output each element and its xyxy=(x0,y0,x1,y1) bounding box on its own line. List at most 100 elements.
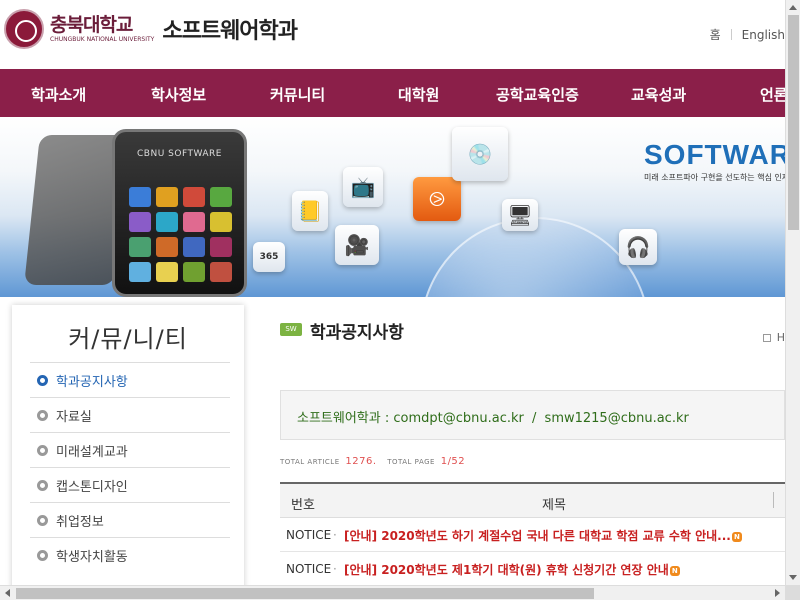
phone-graphic: CBNU SOFTWARE xyxy=(112,129,247,297)
board-stats: TOTAL ARTICLE 1276. TOTAL PAGE 1/52 xyxy=(280,456,473,467)
nav-item-community[interactable]: 커뮤니티 xyxy=(270,84,325,105)
department-name[interactable]: 소프트웨어학과 xyxy=(162,13,298,45)
column-divider xyxy=(773,492,774,508)
vertical-scroll-thumb[interactable] xyxy=(788,15,799,230)
sidebar-item-label: 자료실 xyxy=(56,409,92,425)
sidebar-item-notices[interactable]: 학과공지사항 xyxy=(30,362,230,397)
contact-email-1[interactable]: comdpt@cbnu.ac.kr xyxy=(393,411,524,426)
tile-365-label: 365 xyxy=(259,252,279,262)
total-page-label: TOTAL PAGE xyxy=(387,458,435,466)
app-icon xyxy=(210,262,232,282)
row-title-text: [안내] 2020학년도 하기 계절수업 국내 다른 대학교 학점 교류 수학 … xyxy=(344,529,731,543)
app-icon xyxy=(129,237,151,257)
row-bullet: · xyxy=(333,528,337,542)
nav-item-academic-info[interactable]: 학사정보 xyxy=(151,84,206,105)
university-name-en: CHUNGBUK NATIONAL UNIVERSITY xyxy=(50,36,155,43)
row-number: NOTICE xyxy=(286,562,332,576)
sidebar-item-student-council[interactable]: 학생자치활동 xyxy=(30,537,230,572)
app-grid xyxy=(129,187,233,282)
app-icon xyxy=(129,187,151,207)
app-icon xyxy=(210,212,232,232)
sidebar-item-label: 미래설계교과 xyxy=(56,444,128,460)
sidebar-item-capstone[interactable]: 캡스톤디자인 xyxy=(30,467,230,502)
calendar-365-icon: 365 xyxy=(253,242,285,272)
headset-icon: 🎧 xyxy=(619,229,657,265)
notebook-icon: 📒 xyxy=(292,191,328,231)
scrollbar-corner xyxy=(785,585,800,600)
app-icon xyxy=(183,187,205,207)
total-page-count: 1/52 xyxy=(440,456,466,467)
home-icon xyxy=(762,333,771,342)
university-logo[interactable]: 충북대학교 CHUNGBUK NATIONAL UNIVERSITY 소프트웨어… xyxy=(4,9,298,49)
utility-links: 홈 English xyxy=(710,26,785,43)
bullet-icon xyxy=(37,479,48,491)
row-bullet: · xyxy=(333,562,337,576)
app-icon xyxy=(156,262,178,282)
notice-table: 번호 제목 NOTICE · [안내] 2020학년도 하기 계절수업 국내 다… xyxy=(280,482,785,586)
video-camera-icon: 🎥 xyxy=(335,225,379,265)
table-header: 번호 제목 xyxy=(280,482,785,518)
scroll-up-arrow-icon[interactable] xyxy=(789,5,797,10)
sidebar-item-label: 학과공지사항 xyxy=(56,374,128,390)
breadcrumb-home[interactable]: H xyxy=(777,331,785,344)
university-seal-icon xyxy=(4,9,44,49)
row-title-text: [안내] 2020학년도 제1학기 대학(원) 휴학 신청기간 연장 안내 xyxy=(344,563,669,577)
logo-text: 충북대학교 CHUNGBUK NATIONAL UNIVERSITY xyxy=(50,14,154,44)
app-icon xyxy=(156,212,178,232)
app-icon xyxy=(183,262,205,282)
banner-slogan: 미래 소프트파아 구현을 선도하는 핵심 인재 xyxy=(644,173,785,182)
software-logo-text: SOFTWAR xyxy=(644,139,785,170)
vertical-scrollbar[interactable] xyxy=(785,0,800,585)
nav-item-graduate[interactable]: 대학원 xyxy=(398,84,439,105)
app-icon xyxy=(156,187,178,207)
site-header: 충북대학교 CHUNGBUK NATIONAL UNIVERSITY 소프트웨어… xyxy=(0,0,785,69)
table-row[interactable]: NOTICE · [안내] 2020학년도 제1학기 대학(원) 휴학 신청기간… xyxy=(280,552,785,586)
column-header-title: 제목 xyxy=(542,498,566,513)
new-badge-icon: N xyxy=(731,532,742,542)
home-link[interactable]: 홈 xyxy=(710,26,721,43)
total-article-count: 1276. xyxy=(345,456,377,467)
english-link[interactable]: English xyxy=(742,28,785,42)
horizontal-scroll-thumb[interactable] xyxy=(16,588,594,599)
app-icon xyxy=(183,237,205,257)
sidebar-item-archive[interactable]: 자료실 xyxy=(30,397,230,432)
nav-item-dept-intro[interactable]: 학과소개 xyxy=(31,84,86,105)
contact-email-2[interactable]: smw1215@cbnu.ac.kr xyxy=(545,411,689,426)
hero-banner: CBNU SOFTWARE 365 📒 🎥 📺 ⧁ 💿 🖥 🎧 SOFTWAR … xyxy=(0,117,785,297)
bullet-icon xyxy=(37,444,48,456)
row-number: NOTICE xyxy=(286,528,332,542)
bullet-icon xyxy=(37,514,48,526)
total-article-label: TOTAL ARTICLE xyxy=(280,458,340,466)
tv-icon: 📺 xyxy=(343,167,383,207)
row-title-link[interactable]: [안내] 2020학년도 하기 계절수업 국내 다른 대학교 학점 교류 수학 … xyxy=(344,527,784,544)
table-row[interactable]: NOTICE · [안내] 2020학년도 하기 계절수업 국내 다른 대학교 … xyxy=(280,518,785,552)
nav-item-outcomes[interactable]: 교육성과 xyxy=(631,84,686,105)
sidebar-title: 커/뮤/니/티 xyxy=(68,325,188,353)
sidebar-item-label: 캡스톤디자인 xyxy=(56,479,128,495)
breadcrumb[interactable]: H xyxy=(762,331,785,344)
bullet-icon xyxy=(37,374,48,386)
sidebar-item-jobs[interactable]: 취업정보 xyxy=(30,502,230,537)
sidebar-item-future-design[interactable]: 미래설계교과 xyxy=(30,432,230,467)
scroll-right-arrow-icon[interactable] xyxy=(775,589,780,597)
util-divider xyxy=(730,29,732,40)
music-cd-icon: 💿 xyxy=(452,127,508,181)
column-header-number: 번호 xyxy=(291,498,315,513)
bullet-icon xyxy=(37,409,48,421)
horizontal-scrollbar[interactable] xyxy=(0,585,785,600)
contact-label: 소프트웨어학과 : xyxy=(297,411,390,426)
email-separator: / xyxy=(532,411,537,426)
app-icon xyxy=(156,237,178,257)
sw-badge: SW xyxy=(280,323,302,336)
nav-item-accreditation[interactable]: 공학교육인증 xyxy=(496,84,579,105)
scroll-down-arrow-icon[interactable] xyxy=(789,575,797,580)
university-name: 충북대학교 xyxy=(50,14,133,36)
row-title-link[interactable]: [안내] 2020학년도 제1학기 대학(원) 휴학 신청기간 연장 안내 N xyxy=(344,561,784,578)
scroll-left-arrow-icon[interactable] xyxy=(5,589,10,597)
sidebar-menu: 학과공지사항 자료실 미래설계교과 캡스톤디자인 취업정보 학생자치활동 xyxy=(30,362,230,572)
main-navigation: 학과소개 학사정보 커뮤니티 대학원 공학교육인증 교육성과 언론 xyxy=(0,69,785,117)
app-icon xyxy=(183,212,205,232)
nav-item-press[interactable]: 언론 xyxy=(760,84,785,105)
monitor-icon: 🖥 xyxy=(502,199,538,231)
contact-info-box: 소프트웨어학과 : comdpt@cbnu.ac.kr / smw1215@cb… xyxy=(280,390,785,440)
